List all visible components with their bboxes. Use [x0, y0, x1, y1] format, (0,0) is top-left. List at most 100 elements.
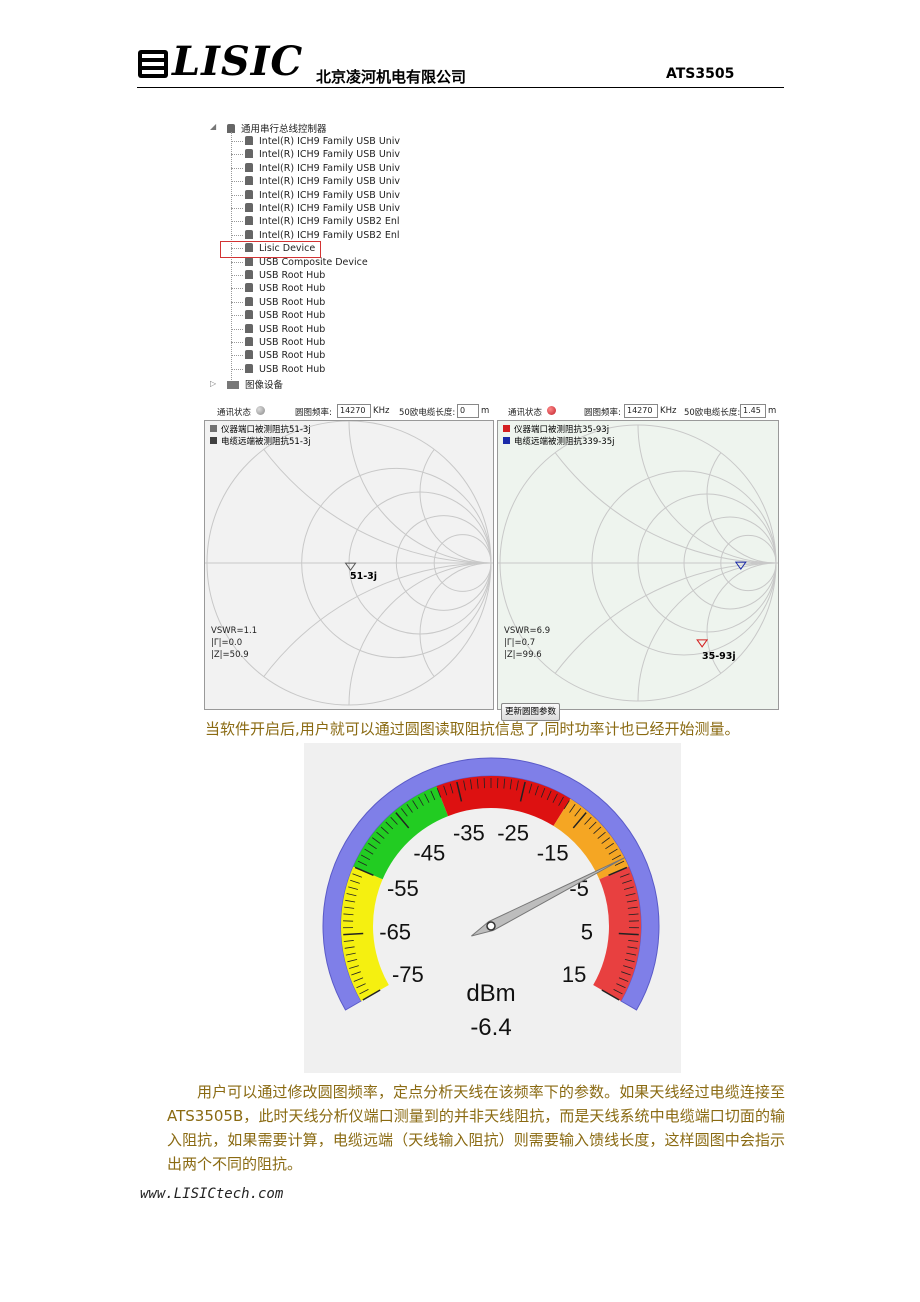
smith-grid-right	[498, 424, 778, 702]
tree-item[interactable]: USB Root Hub	[231, 296, 326, 309]
selection-highlight-box	[220, 241, 321, 258]
collapse-arrow-icon[interactable]: ◢	[210, 122, 216, 131]
legend-text: 仪器端口被测阻抗51-3j	[221, 425, 311, 435]
tree-item[interactable]: USB Root Hub	[231, 323, 325, 336]
usb-device-icon	[245, 323, 253, 333]
tree-connector	[231, 301, 243, 303]
tree-item-label: USB Root Hub	[259, 337, 326, 348]
power-meter-gauge: -75 -65 -55 -45 -35 -25 -15 -5 5 15 dBm -6.4	[304, 743, 681, 1073]
usb-device-icon	[245, 176, 253, 186]
tree-node-label: 图像设备	[245, 380, 284, 391]
tree-item-label: Intel(R) ICH9 Family USB Univ	[259, 136, 401, 147]
cable-length-input[interactable]: 0	[457, 404, 479, 418]
tree-connector	[231, 328, 243, 330]
tree-item[interactable]: USB Root Hub	[231, 282, 325, 295]
gauge-tick-label: -15	[537, 840, 569, 865]
tree-item[interactable]: Intel(R) ICH9 Family USB Univ	[231, 148, 401, 161]
legend-text: 仪器端口被测阻抗35-93j	[514, 425, 610, 435]
tree-connector	[231, 141, 243, 142]
cable-length-input[interactable]: 1.45	[740, 404, 766, 418]
freq-input[interactable]: 14270	[624, 404, 658, 418]
cable-label: 50欧电缆长度:	[399, 408, 456, 418]
smith-panel-right: 通讯状态 圆图频率: 14270 KHz 50欧电缆长度: 1.45 m 仪器端…	[496, 403, 779, 721]
tree-item[interactable]: USB Root Hub	[231, 309, 326, 322]
vswr-readout: VSWR=1.1	[211, 626, 258, 636]
legend-item: 仪器端口被测阻抗35-93j	[503, 423, 609, 435]
toolbar-left: 通讯状态 圆图频率: 14270 KHz 50欧电缆长度: 0 m	[203, 403, 493, 421]
tree-item-label: USB Root Hub	[259, 270, 326, 281]
smith-chart-panels: 通讯状态 圆图频率: 14270 KHz 50欧电缆长度: 0 m 仪器端口被测…	[203, 403, 779, 721]
reactance-arc	[348, 562, 491, 705]
usb-device-icon	[245, 363, 253, 373]
tree-item[interactable]: Intel(R) ICH9 Family USB2 Enl	[231, 215, 400, 228]
gamma-readout: |Γ|=0.0	[211, 638, 243, 648]
tree-item-label: Intel(R) ICH9 Family USB Univ	[259, 149, 401, 161]
tree-item-label: USB Root Hub	[259, 363, 326, 375]
tree-item[interactable]: Intel(R) ICH9 Family USB Univ	[231, 135, 401, 148]
tree-item-label: USB Composite Device	[259, 256, 368, 268]
tree-root-usb-controllers[interactable]: 通用串行总线控制器	[227, 121, 327, 135]
gauge-tick-label: -35	[453, 821, 485, 846]
smith-chart-left[interactable]: 仪器端口被测阻抗51-3j 电缆远端被测阻抗51-3j 51-3j VSWR=1…	[204, 420, 494, 710]
gauge-unit: dBm	[466, 980, 515, 1007]
tree-node-imaging-devices[interactable]: 图像设备	[227, 377, 283, 391]
status-label: 通讯状态	[508, 408, 543, 418]
legend-swatch-icon	[210, 437, 217, 444]
z-readout: |Z|=50.9	[211, 650, 249, 660]
tree-item[interactable]: Intel(R) ICH9 Family USB Univ	[231, 175, 401, 188]
usb-device-icon	[245, 229, 253, 239]
tree-connector	[231, 154, 243, 156]
usb-device-icon	[245, 136, 253, 145]
tree-item[interactable]: Intel(R) ICH9 Family USB Univ	[231, 202, 401, 215]
usb-device-icon	[245, 162, 253, 172]
usb-device-icon	[245, 350, 253, 360]
tree-item[interactable]: Intel(R) ICH9 Family USB Univ	[231, 189, 400, 202]
tree-root-label: 通用串行总线控制器	[241, 124, 327, 135]
legend-item: 电缆远端被测阻抗339-35j	[503, 435, 614, 447]
tree-item-label: Intel(R) ICH9 Family USB Univ	[259, 176, 401, 188]
tree-item[interactable]: USB Root Hub	[231, 336, 326, 349]
toolbar-right: 通讯状态 圆图频率: 14270 KHz 50欧电缆长度: 1.45 m	[496, 403, 778, 421]
footer-url[interactable]: www.LISICtech.com	[140, 1186, 283, 1202]
tree-item-label: USB Root Hub	[259, 296, 326, 308]
tree-item-label: Intel(R) ICH9 Family USB2 Enl	[259, 216, 400, 228]
smith-chart-right[interactable]: 仪器端口被测阻抗35-93j 电缆远端被测阻抗339-35j 35-93j VS…	[497, 420, 779, 721]
impedance-marker-label: 51-3j	[350, 571, 378, 582]
tree-item[interactable]: USB Root Hub	[231, 269, 326, 282]
tree-connector	[231, 261, 243, 263]
status-label: 通讯状态	[217, 408, 252, 418]
gauge-tick-label: -65	[379, 920, 411, 945]
tree-item[interactable]: Intel(R) ICH9 Family USB2 Enl	[231, 229, 400, 242]
tree-connector	[231, 234, 243, 236]
tree-item-label: Intel(R) ICH9 Family USB2 Enl	[259, 229, 400, 241]
usb-device-icon	[245, 296, 253, 306]
tree-item[interactable]: USB Root Hub	[231, 363, 326, 376]
tree-item-label: USB Root Hub	[259, 310, 326, 322]
tree-item[interactable]: Intel(R) ICH9 Family USB Univ	[231, 162, 400, 175]
legend-swatch-icon	[503, 437, 510, 444]
camera-icon	[227, 381, 239, 389]
cable-unit: m	[768, 406, 777, 416]
freq-input[interactable]: 14270	[337, 404, 371, 418]
usb-device-icon	[245, 189, 253, 199]
smith-grid-left	[205, 421, 493, 706]
tree-item-label: Intel(R) ICH9 Family USB Univ	[259, 203, 401, 214]
usb-device-icon	[245, 283, 253, 293]
gauge-dial: -75-65-55-45-35 -25-15-5515dBm-6.4	[322, 757, 660, 1041]
impedance-marker-label: 35-93j	[702, 651, 736, 662]
tree-item-label: USB Root Hub	[259, 350, 326, 362]
legend-text: 电缆远端被测阻抗51-3j	[221, 437, 311, 447]
tree-item[interactable]: USB Root Hub	[231, 349, 326, 362]
expand-arrow-icon[interactable]: ▷	[210, 379, 216, 388]
gamma-readout: |Γ|=0.7	[504, 638, 536, 648]
gauge-tick-label: -75	[392, 962, 424, 987]
company-name: 北京凌河机电有限公司	[316, 68, 467, 86]
legend-item: 电缆远端被测阻抗51-3j	[210, 435, 311, 447]
usb-device-icon	[245, 270, 253, 279]
gauge-tick-label: 15	[562, 962, 586, 987]
legend-item: 仪器端口被测阻抗51-3j	[210, 423, 311, 435]
status-led-icon	[256, 406, 265, 415]
caption-text: 当软件开启后,用户就可以通过圆图读取阻抗信息了,同时功率计也已经开始测量。	[205, 720, 740, 738]
gauge-tick-label: 5	[581, 920, 593, 945]
tree-connector	[231, 167, 243, 169]
